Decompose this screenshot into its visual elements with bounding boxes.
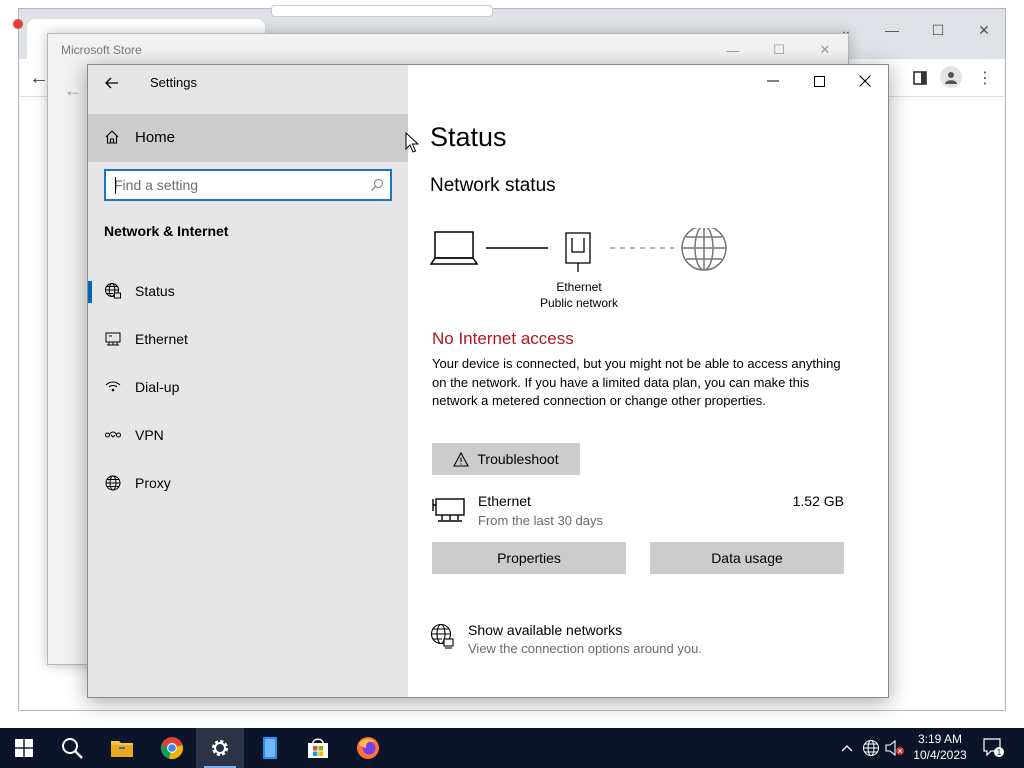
ethernet-name: Ethernet: [478, 493, 531, 509]
page-title: Status: [430, 122, 507, 152]
profile-avatar-icon[interactable]: [940, 66, 962, 88]
vpn-icon: [104, 426, 122, 444]
mouse-cursor-icon: [405, 132, 419, 153]
microsoft-store-icon[interactable]: [294, 728, 342, 768]
chrome-icon[interactable]: [148, 728, 196, 768]
back-arrow-icon[interactable]: [100, 71, 124, 95]
start-windows-icon[interactable]: [0, 728, 48, 768]
settings-title: Settings: [150, 75, 197, 90]
sidebar-item-label: Ethernet: [135, 331, 188, 347]
home-icon: [104, 129, 120, 150]
volume-muted-icon[interactable]: [884, 728, 906, 768]
section-title: Network & Internet: [104, 223, 229, 239]
sidebar-item-label: VPN: [135, 427, 164, 443]
troubleshoot-button[interactable]: Troubleshoot: [432, 443, 580, 475]
search-field-container: [104, 169, 392, 201]
text-caret: [115, 177, 116, 194]
chevron-up-icon[interactable]: [836, 728, 858, 768]
search-icon[interactable]: [48, 728, 96, 768]
globe-icon: [104, 474, 122, 492]
sidebar-item-dialup[interactable]: Dial-up: [88, 367, 408, 407]
laptop-icon: [430, 231, 479, 265]
more-menu-icon[interactable]: ⋮: [972, 65, 998, 91]
warning-icon: [453, 451, 470, 467]
store-window-title: Microsoft Store: [61, 43, 142, 57]
sidebar-item-vpn[interactable]: VPN: [88, 415, 408, 455]
close-icon[interactable]: [842, 65, 888, 97]
show-networks-icon: [430, 623, 454, 654]
adapter-name: Ethernet: [556, 280, 602, 294]
sidebar-item-proxy[interactable]: Proxy: [88, 463, 408, 503]
dialup-icon: [104, 378, 122, 396]
search-icon[interactable]: [370, 178, 384, 197]
back-arrow-icon[interactable]: ←: [29, 67, 49, 90]
alert-title: No Internet access: [432, 329, 574, 348]
show-networks-description: View the connection options around you.: [468, 641, 702, 656]
ethernet-usage-period: From the last 30 days: [478, 513, 603, 528]
minimize-icon[interactable]: —: [710, 38, 756, 62]
minimize-icon[interactable]: [750, 65, 796, 97]
maximize-icon[interactable]: [796, 65, 842, 97]
settings-window: Settings Home Network & Internet Status: [87, 64, 889, 698]
network-diagram: [430, 228, 727, 272]
adapter-label: Ethernet Public network: [539, 279, 619, 311]
taskbar-clock[interactable]: 3:19 AM 10/4/2023: [905, 731, 975, 763]
notification-center-icon[interactable]: 1: [980, 728, 1008, 768]
properties-button[interactable]: Properties: [432, 542, 626, 574]
settings-sidebar: Settings Home Network & Internet Status: [88, 65, 408, 697]
settings-gear-icon[interactable]: [196, 728, 244, 768]
ethernet-data-usage: 1.52 GB: [792, 493, 844, 509]
ethernet-port-icon: [565, 232, 591, 272]
sidebar-icon[interactable]: [907, 65, 933, 91]
back-arrow-icon[interactable]: ←: [64, 80, 82, 101]
notepad-icon[interactable]: [246, 728, 294, 768]
settings-content: Status Network status Ethernet Public ne…: [408, 65, 888, 697]
sidebar-item-status[interactable]: Status: [88, 271, 408, 311]
network-status-heading: Network status: [430, 175, 556, 196]
sidebar-item-label: Home: [135, 129, 176, 146]
sidebar-item-label: Proxy: [135, 475, 171, 491]
alert-description: Your device is connected, but you might …: [432, 356, 841, 409]
ethernet-adapter-icon: [432, 495, 466, 530]
sidebar-item-label: Status: [135, 283, 175, 299]
globe-icon: [681, 228, 727, 271]
globe-network-icon: [104, 282, 122, 300]
file-explorer-icon[interactable]: [98, 728, 146, 768]
clock-date: 10/4/2023: [913, 748, 967, 762]
close-icon[interactable]: ✕: [961, 15, 1007, 45]
data-usage-button[interactable]: Data usage: [650, 542, 844, 574]
network-globe-icon[interactable]: [860, 728, 882, 768]
clock-time: 3:19 AM: [917, 732, 963, 746]
close-icon[interactable]: ✕: [802, 38, 848, 62]
search-input[interactable]: [114, 175, 354, 195]
sidebar-item-ethernet[interactable]: Ethernet: [88, 319, 408, 359]
ethernet-icon: [104, 330, 122, 348]
chrome-dot: [13, 19, 23, 29]
taskbar: 3:19 AM 10/4/2023 1: [0, 728, 1024, 768]
maximize-icon[interactable]: ☐: [915, 15, 961, 45]
notification-count: 1: [997, 748, 1002, 757]
network-type: Public network: [539, 296, 619, 310]
show-networks-link[interactable]: Show available networks: [468, 622, 622, 638]
firefox-icon[interactable]: [344, 728, 392, 768]
browser-tab-secondary[interactable]: [271, 5, 493, 17]
selection-indicator: [88, 281, 92, 303]
minimize-icon[interactable]: —: [869, 15, 915, 45]
maximize-icon[interactable]: ☐: [756, 38, 802, 62]
troubleshoot-label: Troubleshoot: [477, 451, 559, 467]
sidebar-item-label: Dial-up: [135, 379, 180, 395]
sidebar-item-home[interactable]: Home: [88, 114, 408, 162]
